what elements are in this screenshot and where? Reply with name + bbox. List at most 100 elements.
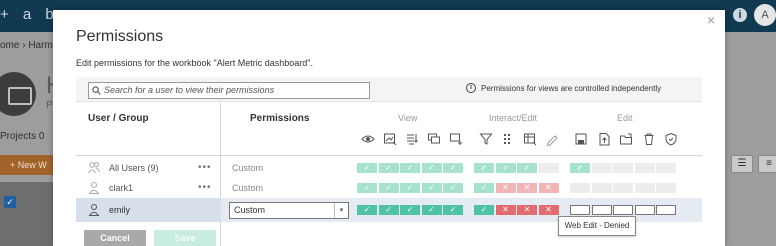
capability-cell-view-allow[interactable]: ✓ bbox=[421, 183, 442, 193]
capability-cell-edit-none[interactable] bbox=[591, 183, 612, 193]
cancel-button[interactable]: Cancel bbox=[84, 230, 146, 246]
capability-cell-edit-none[interactable] bbox=[634, 183, 655, 193]
capability-cell-interact-deny[interactable]: ✕ bbox=[538, 205, 559, 215]
image-icon[interactable] bbox=[383, 132, 397, 146]
thumbnail-checkbox[interactable]: ✓ bbox=[4, 196, 16, 208]
capability-cell-edit-outline[interactable] bbox=[613, 205, 633, 215]
capability-cell-interact-allow[interactable]: ✓ bbox=[495, 163, 516, 173]
permission-row-all-users[interactable]: All Users (9) ••• Custom ✓ ✓ ✓ ✓ ✓ ✓ ✓ ✓ ✓ bbox=[76, 158, 702, 178]
capability-cell-view-allow[interactable]: ✓ bbox=[357, 163, 377, 173]
settings-sliders-icon[interactable]: ≡ bbox=[758, 155, 776, 173]
workbook-thumbnail bbox=[0, 182, 54, 246]
more-actions-button[interactable]: ••• bbox=[198, 162, 212, 173]
trash-icon[interactable] bbox=[642, 132, 656, 146]
capability-icons bbox=[76, 132, 702, 148]
capability-cell-view-allow[interactable]: ✓ bbox=[357, 183, 377, 193]
permission-rule: Custom bbox=[232, 163, 264, 173]
views-note: Permissions for views are controlled ind… bbox=[481, 84, 662, 93]
capability-cell-interact-deny[interactable]: ✕ bbox=[495, 205, 516, 215]
permissions-dialog: × Permissions Edit permissions for the w… bbox=[53, 10, 725, 246]
grid-dots-icon[interactable] bbox=[501, 132, 515, 146]
capability-cell-view-allow[interactable]: ✓ bbox=[357, 205, 377, 215]
folder-move-icon[interactable] bbox=[619, 132, 633, 146]
capability-cell-interact-allow[interactable]: ✓ bbox=[474, 163, 494, 173]
capability-cell-interact-deny[interactable]: ✕ bbox=[495, 183, 516, 193]
capability-cell-edit-allow[interactable]: ✓ bbox=[570, 163, 590, 173]
capability-tooltip: Web Edit - Denied bbox=[558, 216, 636, 236]
capability-cell-interact-none[interactable] bbox=[538, 163, 559, 173]
capability-cell-interact-allow[interactable]: ✓ bbox=[474, 205, 494, 215]
user-avatar[interactable]: A bbox=[754, 4, 776, 26]
panel-toolbar: Search for a user to view their permissi… bbox=[76, 77, 702, 102]
add-comment-icon[interactable] bbox=[449, 132, 463, 146]
upload-icon[interactable] bbox=[597, 132, 611, 146]
save-icon[interactable] bbox=[574, 132, 588, 146]
breadcrumb: ome › Harma bbox=[0, 40, 59, 51]
tableau-logo: + a b bbox=[0, 6, 59, 23]
capability-cell-interact-deny[interactable]: ✕ bbox=[538, 183, 559, 193]
row-name: emily bbox=[109, 205, 131, 215]
capability-cell-edit-none[interactable] bbox=[634, 163, 655, 173]
shield-icon[interactable] bbox=[664, 132, 678, 146]
capability-cell-edit-none[interactable] bbox=[656, 163, 676, 173]
permission-rule-value: Custom bbox=[234, 205, 266, 215]
more-actions-button[interactable]: ••• bbox=[198, 182, 212, 193]
comment-icon[interactable] bbox=[427, 132, 441, 146]
projects-count: Projects 0 bbox=[0, 131, 45, 142]
save-button[interactable]: Save bbox=[154, 230, 216, 246]
capability-cell-edit-outline[interactable] bbox=[634, 205, 655, 215]
close-icon[interactable]: × bbox=[707, 12, 715, 28]
user-icon bbox=[88, 182, 100, 194]
permission-rule: Custom bbox=[232, 183, 264, 193]
search-placeholder: Search for a user to view their permissi… bbox=[104, 85, 275, 95]
funnel-icon[interactable] bbox=[479, 132, 493, 146]
eye-icon[interactable] bbox=[361, 132, 375, 146]
capability-cell-view-allow[interactable]: ✓ bbox=[400, 163, 420, 173]
list-view-icon[interactable]: ☰ bbox=[731, 155, 753, 173]
pencil-icon[interactable] bbox=[545, 132, 559, 147]
capability-cell-edit-none[interactable] bbox=[570, 183, 590, 193]
filter-list-icon[interactable] bbox=[405, 132, 419, 146]
capability-cell-edit-none[interactable] bbox=[613, 163, 633, 173]
capability-cell-view-allow[interactable]: ✓ bbox=[443, 163, 463, 173]
capability-cell-view-allow[interactable]: ✓ bbox=[421, 163, 442, 173]
capability-cell-view-allow[interactable]: ✓ bbox=[443, 205, 463, 215]
new-workbook-button[interactable]: + New W bbox=[0, 155, 54, 175]
permissions-header: Permissions bbox=[250, 113, 310, 124]
capability-cell-view-allow[interactable]: ✓ bbox=[400, 205, 420, 215]
info-circle-icon: i bbox=[466, 83, 476, 93]
table-icon[interactable] bbox=[523, 132, 537, 146]
row-name: All Users (9) bbox=[109, 163, 159, 173]
capability-cell-view-allow[interactable]: ✓ bbox=[400, 183, 420, 193]
view-group-header: View bbox=[398, 113, 418, 123]
header-divider bbox=[76, 155, 702, 156]
user-group-header: User / Group bbox=[88, 113, 149, 124]
capability-cell-view-allow[interactable]: ✓ bbox=[421, 205, 442, 215]
user-search-input[interactable]: Search for a user to view their permissi… bbox=[88, 82, 370, 99]
capability-cell-view-allow[interactable]: ✓ bbox=[378, 163, 399, 173]
capability-cell-interact-deny[interactable]: ✕ bbox=[517, 205, 537, 215]
row-name: clark1 bbox=[109, 183, 134, 193]
capability-cell-view-allow[interactable]: ✓ bbox=[378, 205, 399, 215]
search-icon bbox=[92, 86, 101, 95]
capability-cell-view-allow[interactable]: ✓ bbox=[378, 183, 399, 193]
project-subtitle: P bbox=[46, 100, 53, 111]
info-icon[interactable]: i bbox=[733, 8, 747, 22]
capability-cell-edit-none[interactable] bbox=[656, 183, 676, 193]
chevron-down-icon: ▾ bbox=[334, 203, 348, 218]
dialog-subtitle: Edit permissions for the workbook "Alert… bbox=[76, 58, 313, 68]
capability-cell-edit-none[interactable] bbox=[591, 163, 612, 173]
capability-cell-edit-outline[interactable] bbox=[656, 205, 676, 215]
capability-cell-interact-deny[interactable]: ✕ bbox=[517, 183, 537, 193]
capability-cell-edit-outline[interactable] bbox=[570, 205, 590, 215]
capability-cell-interact-allow[interactable]: ✓ bbox=[474, 183, 494, 193]
permission-rule-select[interactable]: Custom ▾ bbox=[229, 202, 349, 219]
capability-cell-view-allow[interactable]: ✓ bbox=[443, 183, 463, 193]
interact-edit-group-header: Interact/Edit bbox=[489, 113, 538, 123]
capability-cell-interact-allow[interactable]: ✓ bbox=[517, 163, 537, 173]
group-icon bbox=[88, 162, 100, 174]
capability-cell-edit-none[interactable] bbox=[613, 183, 633, 193]
capability-cell-edit-outline[interactable] bbox=[591, 205, 612, 215]
user-icon bbox=[88, 204, 100, 216]
permission-row-clark1[interactable]: clark1 ••• Custom ✓ ✓ ✓ ✓ ✓ ✓ ✕ ✕ ✕ bbox=[76, 178, 702, 198]
